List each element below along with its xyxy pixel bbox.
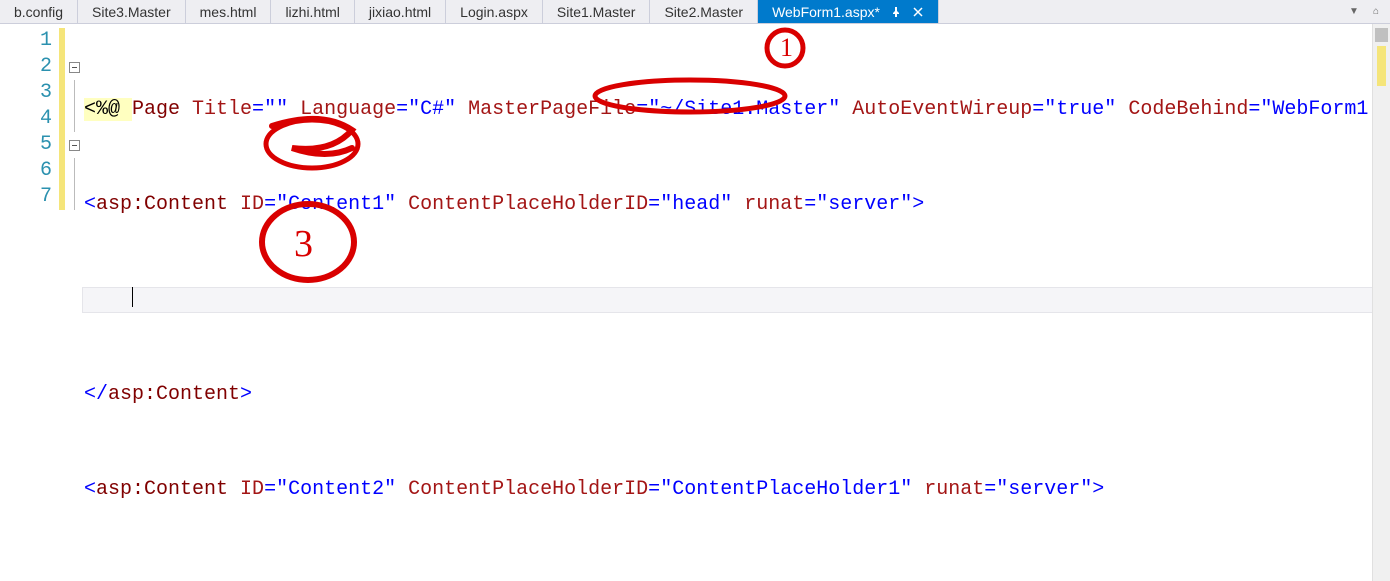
tab-meshtml[interactable]: mes.html xyxy=(186,0,272,23)
code-line[interactable]: <asp:Content ID="Content1" ContentPlaceH… xyxy=(82,192,1390,218)
tab-jixiaohtml[interactable]: jixiao.html xyxy=(355,0,446,23)
line-number: 4 xyxy=(0,106,58,132)
code-editor[interactable]: 1 2 3 4 5 6 7 <%@ Page Title="" Language… xyxy=(0,24,1390,581)
fold-toggle[interactable] xyxy=(66,54,82,80)
tab-dropdown-icon[interactable]: ▼ xyxy=(1346,6,1362,17)
code-line[interactable] xyxy=(82,572,1390,581)
tab-site1master[interactable]: Site1.Master xyxy=(543,0,651,23)
vertical-scrollbar[interactable] xyxy=(1372,24,1390,581)
code-line[interactable]: <asp:Content ID="Content2" ContentPlaceH… xyxy=(82,477,1390,503)
tab-webform1aspx[interactable]: WebForm1.aspx* xyxy=(758,0,939,23)
tab-overflow-controls: ▼ ⌂ xyxy=(1340,0,1390,23)
tab-site2master[interactable]: Site2.Master xyxy=(650,0,758,23)
code-line[interactable]: </asp:Content> xyxy=(82,382,1390,408)
tab-bconfig[interactable]: b.config xyxy=(0,0,78,23)
tab-lizhihtml[interactable]: lizhi.html xyxy=(271,0,354,23)
tab-home-icon[interactable]: ⌂ xyxy=(1368,6,1384,17)
line-number: 3 xyxy=(0,80,58,106)
line-number-gutter: 1 2 3 4 5 6 7 xyxy=(0,24,58,581)
tab-site3master[interactable]: Site3.Master xyxy=(78,0,186,23)
tab-label: WebForm1.aspx* xyxy=(772,4,880,20)
code-area[interactable]: <%@ Page Title="" Language="C#" MasterPa… xyxy=(82,24,1390,581)
code-line[interactable]: <%@ Page Title="" Language="C#" MasterPa… xyxy=(82,97,1390,123)
tab-loginaspx[interactable]: Login.aspx xyxy=(446,0,543,23)
line-number: 7 xyxy=(0,184,58,210)
fold-gutter xyxy=(66,24,82,581)
change-indicator xyxy=(58,24,66,581)
tab-bar: b.config Site3.Master mes.html lizhi.htm… xyxy=(0,0,1390,24)
fold-toggle[interactable] xyxy=(66,132,82,158)
line-number: 6 xyxy=(0,158,58,184)
pin-icon[interactable] xyxy=(890,6,902,18)
line-number: 5 xyxy=(0,132,58,158)
line-number: 2 xyxy=(0,54,58,80)
scroll-up-button[interactable] xyxy=(1375,28,1388,42)
scroll-change-marks xyxy=(1377,46,1386,86)
text-caret xyxy=(132,287,133,307)
code-line[interactable] xyxy=(82,287,1390,313)
close-icon[interactable] xyxy=(912,6,924,18)
line-number: 1 xyxy=(0,28,58,54)
